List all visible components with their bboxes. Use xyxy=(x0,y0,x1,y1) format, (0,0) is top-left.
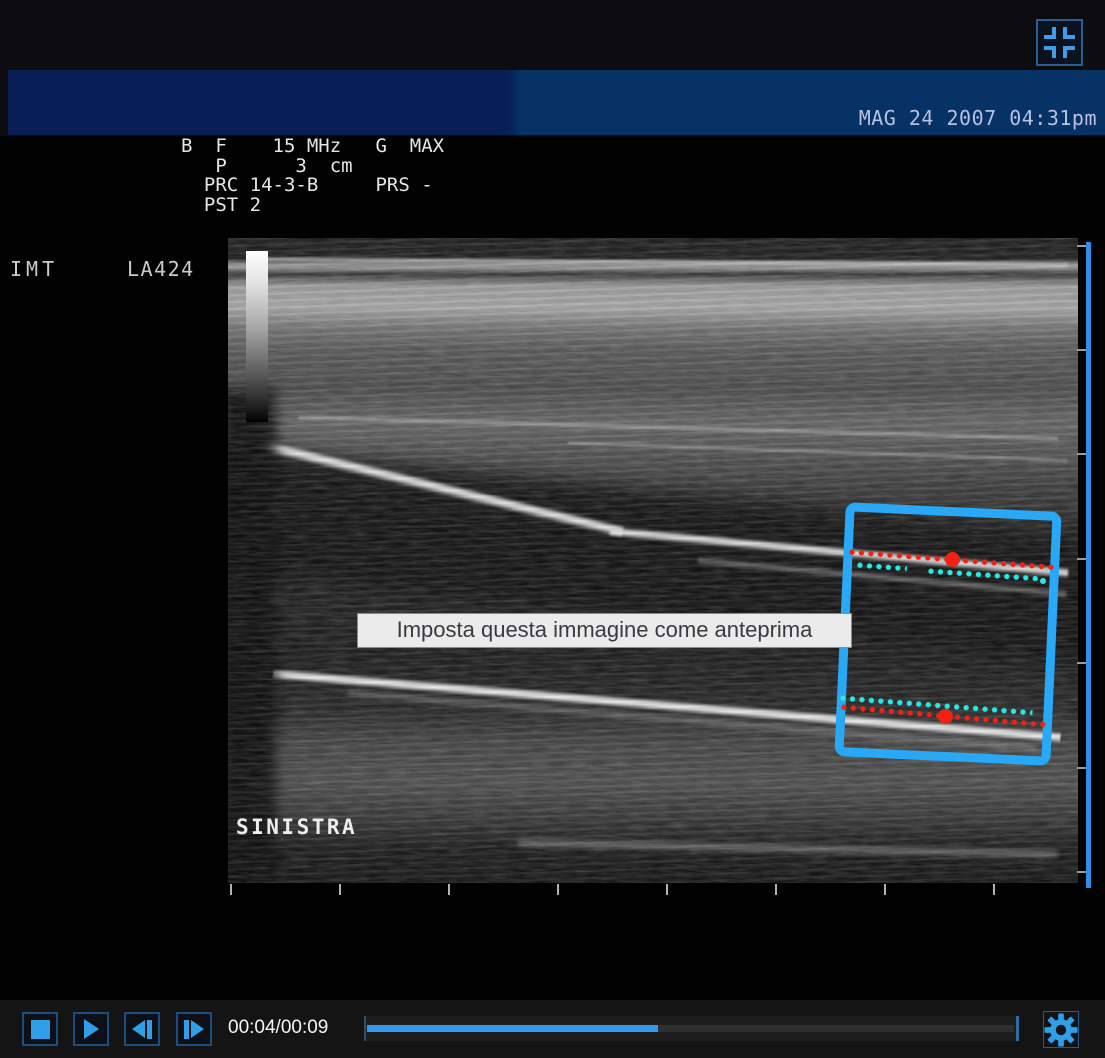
progress-start-tick xyxy=(364,1016,366,1041)
width-tick xyxy=(666,884,668,895)
progress-fill xyxy=(367,1025,658,1032)
depth-scale-line xyxy=(1086,242,1091,888)
play-icon xyxy=(84,1019,99,1039)
mode-label: IMT xyxy=(10,257,58,281)
stop-button[interactable] xyxy=(22,1012,58,1046)
fullscreen-button[interactable] xyxy=(1036,19,1083,66)
scan-param-line: PST 2 xyxy=(181,196,444,216)
depth-tick xyxy=(1077,767,1086,769)
step-backward-icon xyxy=(132,1020,145,1038)
tooltip-text: Imposta questa immagine come anteprima xyxy=(397,617,813,642)
width-tick xyxy=(339,884,341,895)
width-tick xyxy=(775,884,777,895)
step-forward-icon xyxy=(191,1020,204,1038)
fullscreen-corner-icon xyxy=(1063,27,1075,39)
depth-tick xyxy=(1077,558,1086,560)
app-window: MAG 24 2007 04:31pm 0:00:04.41 B F 15 MH… xyxy=(0,0,1105,1058)
far-wall-marker-dot xyxy=(938,709,953,724)
depth-tick xyxy=(1077,245,1086,247)
width-tick xyxy=(230,884,232,895)
near-wall-stray-dot xyxy=(1040,578,1046,584)
width-tick xyxy=(557,884,559,895)
scan-param-line: B F 15 MHz G MAX xyxy=(181,137,444,157)
player-bar: 00:04/00:09 xyxy=(0,1000,1105,1058)
stop-icon xyxy=(31,1020,50,1039)
progress-bar[interactable] xyxy=(364,1016,1016,1041)
fullscreen-corner-icon xyxy=(1044,46,1056,58)
scan-parameters: B F 15 MHz G MAX P 3 cm PRC 14-3-B PRS -… xyxy=(181,137,444,215)
step-backward-bar-icon xyxy=(147,1020,152,1039)
depth-tick xyxy=(1077,349,1086,351)
width-tick xyxy=(993,884,995,895)
gear-icon xyxy=(1044,1013,1078,1047)
near-wall-marker-dot xyxy=(945,552,960,567)
top-bar xyxy=(0,0,1105,70)
progress-end-tick xyxy=(1016,1016,1019,1041)
play-button[interactable] xyxy=(73,1012,109,1046)
depth-tick xyxy=(1077,871,1086,873)
grayscale-bar xyxy=(246,251,268,422)
side-label: SINISTRA xyxy=(236,815,357,839)
fullscreen-corner-icon xyxy=(1044,27,1056,39)
depth-tick xyxy=(1077,453,1086,455)
acquisition-datetime: MAG 24 2007 04:31pm xyxy=(859,106,1097,130)
step-forward-bar-icon xyxy=(184,1020,189,1039)
scan-param-line: PRC 14-3-B PRS - xyxy=(181,176,444,196)
tooltip-set-preview: Imposta questa immagine come anteprima xyxy=(357,613,852,648)
probe-label: LA424 xyxy=(127,257,195,281)
width-tick xyxy=(884,884,886,895)
settings-button[interactable] xyxy=(1043,1011,1079,1048)
step-backward-button[interactable] xyxy=(124,1012,160,1046)
step-forward-button[interactable] xyxy=(176,1012,212,1046)
depth-tick xyxy=(1077,662,1086,664)
width-tick xyxy=(448,884,450,895)
fullscreen-corner-icon xyxy=(1063,46,1075,58)
time-display: 00:04/00:09 xyxy=(228,1017,328,1039)
